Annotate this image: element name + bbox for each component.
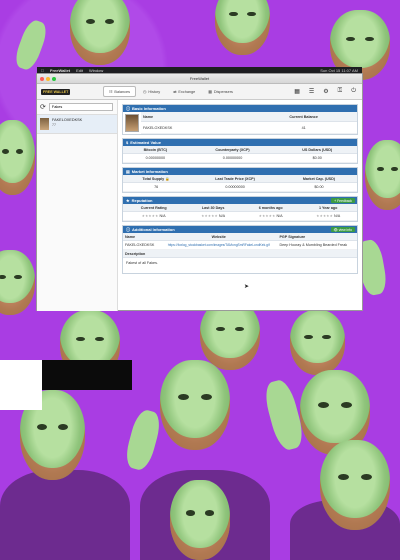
column-header: 1 Year ago [299,204,357,212]
apple-icon[interactable]:  [41,68,44,73]
column-header: Last 30 Days [184,204,242,212]
chart-icon: ▤ [126,169,130,174]
toolbar: FREE WALLET ☷ Balances ◷ History ⇄ Excha… [37,84,362,100]
menu-app-name[interactable]: FreeWallet [50,68,70,73]
search-input[interactable] [48,103,113,111]
gear-icon[interactable]: ⚙ [323,88,328,95]
lock-icon[interactable]: ⚿ [338,88,343,95]
menu-bar:  FreeWallet Edit Window Sun Oct 15 11:0… [37,67,362,74]
table-cell: 0.00000000 [189,182,281,192]
tab-label: Exchange [178,89,196,94]
panel-title: Basic Information [132,106,166,111]
column-header: 6 months ago [241,204,300,212]
rating-cell: ★★★★★ N/A [184,211,242,221]
table-cell: 0.00000000 [187,153,278,163]
lock-icon: 🔒 [165,176,170,181]
menubar-clock: Sun Oct 15 11:07 AM [320,68,358,73]
balances-icon: ☷ [109,90,113,94]
dispensers-icon: ▦ [208,90,212,94]
description-text: Fakest of all Fakes. [126,261,158,265]
website-link[interactable]: https://foxlog_stockbasket.com/images/TA… [159,240,278,250]
column-header: Description [123,250,357,258]
star-rating-icon: ★★★★★ [316,214,333,218]
column-header: Total Supply 🔒 [123,175,190,183]
title-bar[interactable]: FreeWallet [37,74,362,84]
balance-value: 41 [250,121,357,134]
refresh-icon[interactable]: ⟳ [40,103,46,111]
column-header: US Dollars (USD) [277,146,357,154]
menu-window[interactable]: Window [89,68,103,73]
table-cell: FAKELOXEDKSK [123,240,160,250]
view-info-button[interactable]: 👁 view info [330,227,355,232]
column-header: Name [141,112,251,123]
tab-dispensers[interactable]: ▦ Dispensers [202,86,239,97]
app-logo: FREE WALLET [41,88,71,95]
exchange-icon: ⇄ [173,90,177,94]
power-icon[interactable]: ⏻ [351,88,356,95]
column-header: Current Rating [123,204,185,212]
column-header: PGP Signature [277,233,357,241]
table-cell: 0.00000000 [123,153,188,163]
panel-title: Market Information [131,169,168,174]
window-title: FreeWallet [189,76,210,81]
asset-name: FAKELOXEDKSK [52,118,83,122]
estimated-value-panel: $ Estimated Value Bitcoin (BTC) Counterpa… [122,138,358,164]
star-rating-icon: ★★★★★ [201,214,218,218]
panel-title: Additional Information [132,227,175,232]
table-cell: $0.00 [280,182,357,192]
panel-title: Estimated Value [130,140,161,145]
white-photo-patch [0,360,42,410]
list-icon[interactable]: ☰ [309,88,314,95]
rating-cell: ★★★★★ N/A [123,211,185,221]
history-icon: ◷ [143,90,147,94]
column-header: Current Balance [250,112,357,123]
rating-cell: ★★★★★ N/A [299,211,357,221]
table-cell: $0.00 [277,153,357,163]
tab-label: History [148,89,161,94]
tab-exchange[interactable]: ⇄ Exchange [167,86,201,97]
sidebar-search: ⟳ [37,100,117,115]
market-info-panel: ▤ Market Information Total Supply 🔒 Last … [122,167,358,193]
info-icon: ⓘ [126,105,130,111]
info-icon: ⓘ [126,226,130,232]
asset-count: 77 [52,123,56,127]
asset-detail: ⓘ Basic Information Name Current Balance F… [118,100,362,311]
tab-label: Balances [114,89,131,94]
column-header: Bitcoin (BTC) [123,146,188,154]
star-rating-icon: ★★★★★ [258,214,276,218]
list-item[interactable]: FAKELOXEDKSK 77 [37,115,117,134]
asset-image [125,114,139,132]
table-cell: 76 [123,182,190,192]
star-rating-icon: ★★★★★ [141,214,159,218]
tab-label: Dispensers [213,89,233,94]
column-header: Counterparty (XCP) [187,146,278,154]
additional-info-panel: ⓘ Additional Information 👁 view info Name… [122,225,358,274]
feedback-button[interactable]: + Feedback [331,198,355,203]
column-header: Last Trade Price (XCP) [189,175,281,183]
asset-thumbnail [40,118,49,130]
table-cell: Deep Hooray & Mumbling Bearded Freak [277,240,357,250]
menu-edit[interactable]: Edit [76,68,83,73]
rating-cell: ★★★★★ N/A [241,211,300,221]
grid-icon[interactable]: ▦ [294,88,300,95]
column-header: Website [159,233,278,241]
tab-balances[interactable]: ☷ Balances [103,86,137,97]
column-header: Market Cap. (USD) [280,175,357,183]
mouse-cursor-icon: ➤ [244,284,250,290]
sidebar: ⟳ FAKELOXEDKSK 77 [37,100,118,311]
thumbs-up-icon: ★ [126,198,130,203]
freewallet-window: FreeWallet FREE WALLET ☷ Balances ◷ Hist… [37,74,362,311]
reputation-panel: ★ Reputation + Feedback Current Rating La… [122,196,358,222]
dollar-icon: $ [126,140,129,145]
basic-info-panel: ⓘ Basic Information Name Current Balance F… [122,104,358,135]
column-header: Name [123,233,160,241]
panel-title: Reputation [131,198,153,203]
tab-history[interactable]: ◷ History [137,86,166,97]
asset-name-value: FAKELOXEDKSK [141,121,251,134]
